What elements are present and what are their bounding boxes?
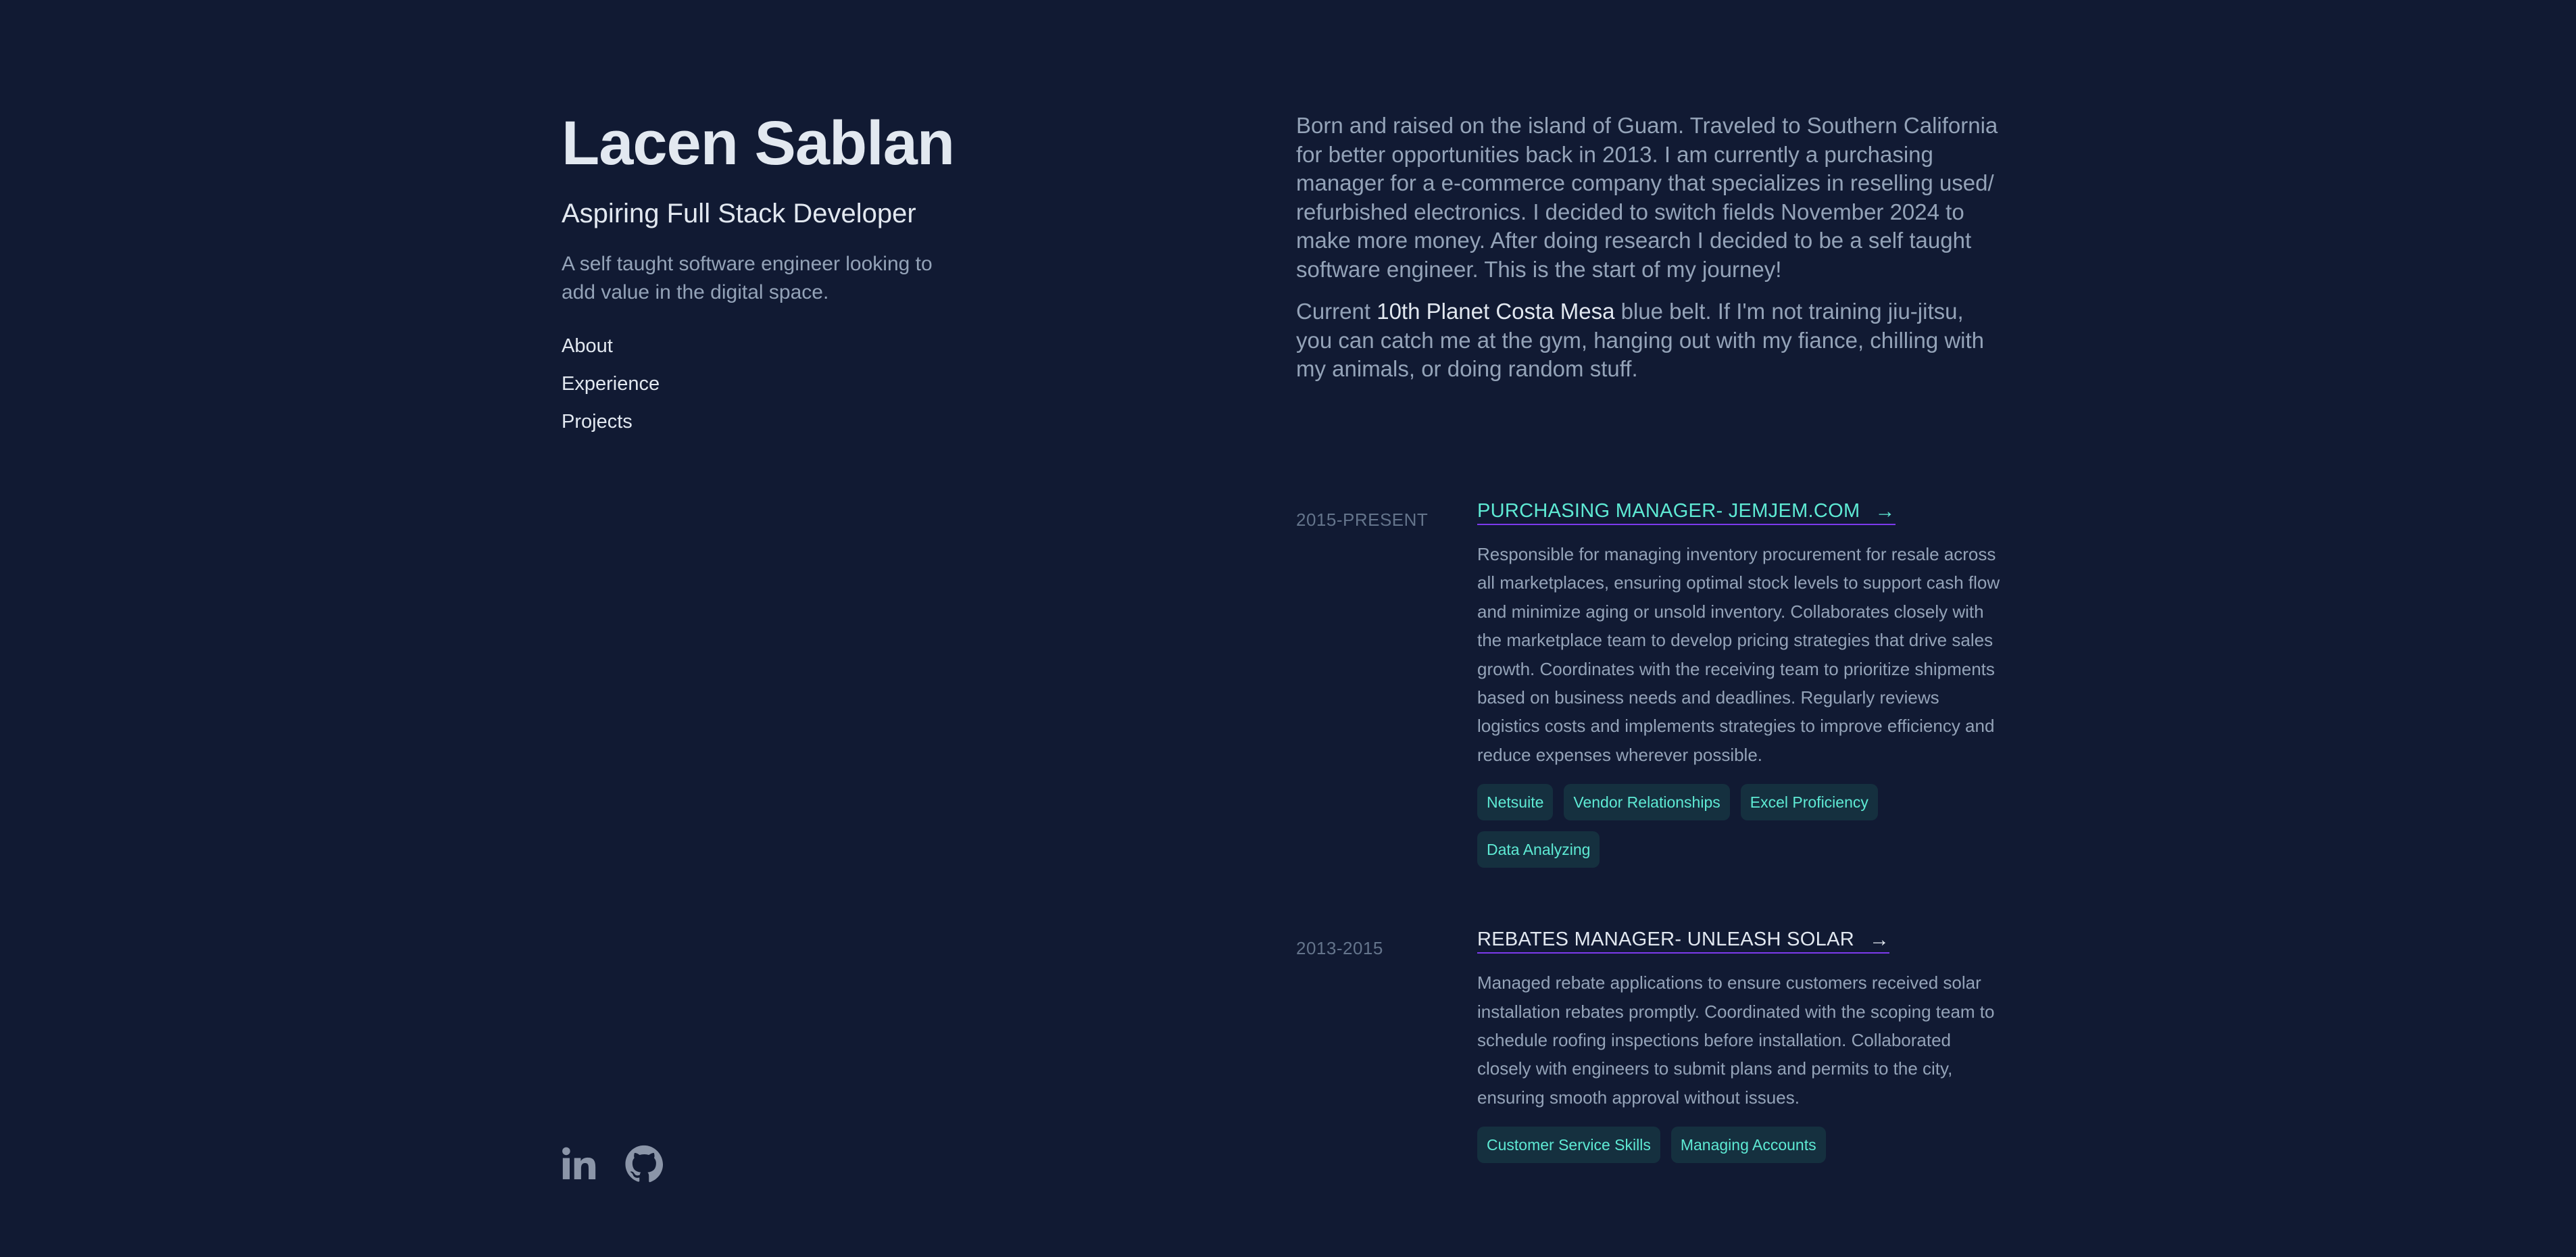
profile-name: Lacen Sablan [562,109,955,178]
section-nav: About Experience Projects [562,327,967,441]
job-description: Responsible for managing inventory procu… [1477,544,2000,765]
skill-tags: Customer Service Skills Managing Account… [1477,1127,2004,1164]
job-body: PURCHASING MANAGER- JEMJEM.COM → Respons… [1477,500,2004,868]
experience-section: 2015-PRESENT PURCHASING MANAGER- JEMJEM.… [1296,500,2006,1224]
skill-tag: Netsuite [1477,784,1554,821]
nav-item-experience[interactable]: Experience [562,365,967,403]
job-date: 2015-PRESENT [1296,510,1429,530]
gym-name: 10th Planet Costa Mesa [1377,299,1615,324]
job-date: 2013-2015 [1296,938,1383,959]
github-icon [625,1145,664,1183]
linkedin-link[interactable] [560,1144,599,1183]
nav-item-about[interactable]: About [562,327,967,365]
skill-tag: Managing Accounts [1670,1127,1826,1164]
skill-tag: Excel Proficiency [1740,784,1878,821]
profile-header: Lacen Sablan Aspiring Full Stack Develop… [562,108,967,441]
skill-tags: Netsuite Vendor Relationships Excel Prof… [1477,784,2004,868]
job-title-link[interactable]: PURCHASING MANAGER- JEMJEM.COM → [1477,500,1896,525]
social-links [560,1144,664,1183]
linkedin-icon [562,1147,596,1179]
job-title: PURCHASING MANAGER- JEMJEM.COM [1477,500,1860,522]
job-title-link[interactable]: REBATES MANAGER- UNLEASH SOLAR → [1477,928,1890,954]
nav-item-projects[interactable]: Projects [562,403,967,441]
experience-item: 2013-2015 REBATES MANAGER- UNLEASH SOLAR… [1296,928,2006,1164]
arrow-right-icon: → [1868,928,1890,951]
page: Lacen Sablan Aspiring Full Stack Develop… [0,0,2576,1257]
arrow-right-icon: → [1875,499,1896,522]
skill-tag: Customer Service Skills [1477,1127,1660,1164]
about-text: Current [1296,299,1377,324]
job-description: Managed rebate applications to ensure cu… [1477,972,1995,1108]
job-body: REBATES MANAGER- UNLEASH SOLAR → Managed… [1477,928,2004,1164]
skill-tag: Vendor Relationships [1564,784,1730,821]
about-paragraph-hobbies: Current 10th Planet Costa Mesa blue belt… [1296,297,2006,384]
job-title: REBATES MANAGER- UNLEASH SOLAR [1477,929,1854,951]
profile-tagline: A self taught software engineer looking … [562,252,933,303]
profile-headline: Aspiring Full Stack Developer [562,198,916,228]
experience-item: 2015-PRESENT PURCHASING MANAGER- JEMJEM.… [1296,500,2006,868]
about-paragraph: Born and raised on the island of Guam. T… [1296,113,1998,282]
about-section: Born and raised on the island of Guam. T… [1296,112,2006,397]
skill-tag: Data Analyzing [1477,831,1600,868]
github-link[interactable] [624,1144,664,1183]
